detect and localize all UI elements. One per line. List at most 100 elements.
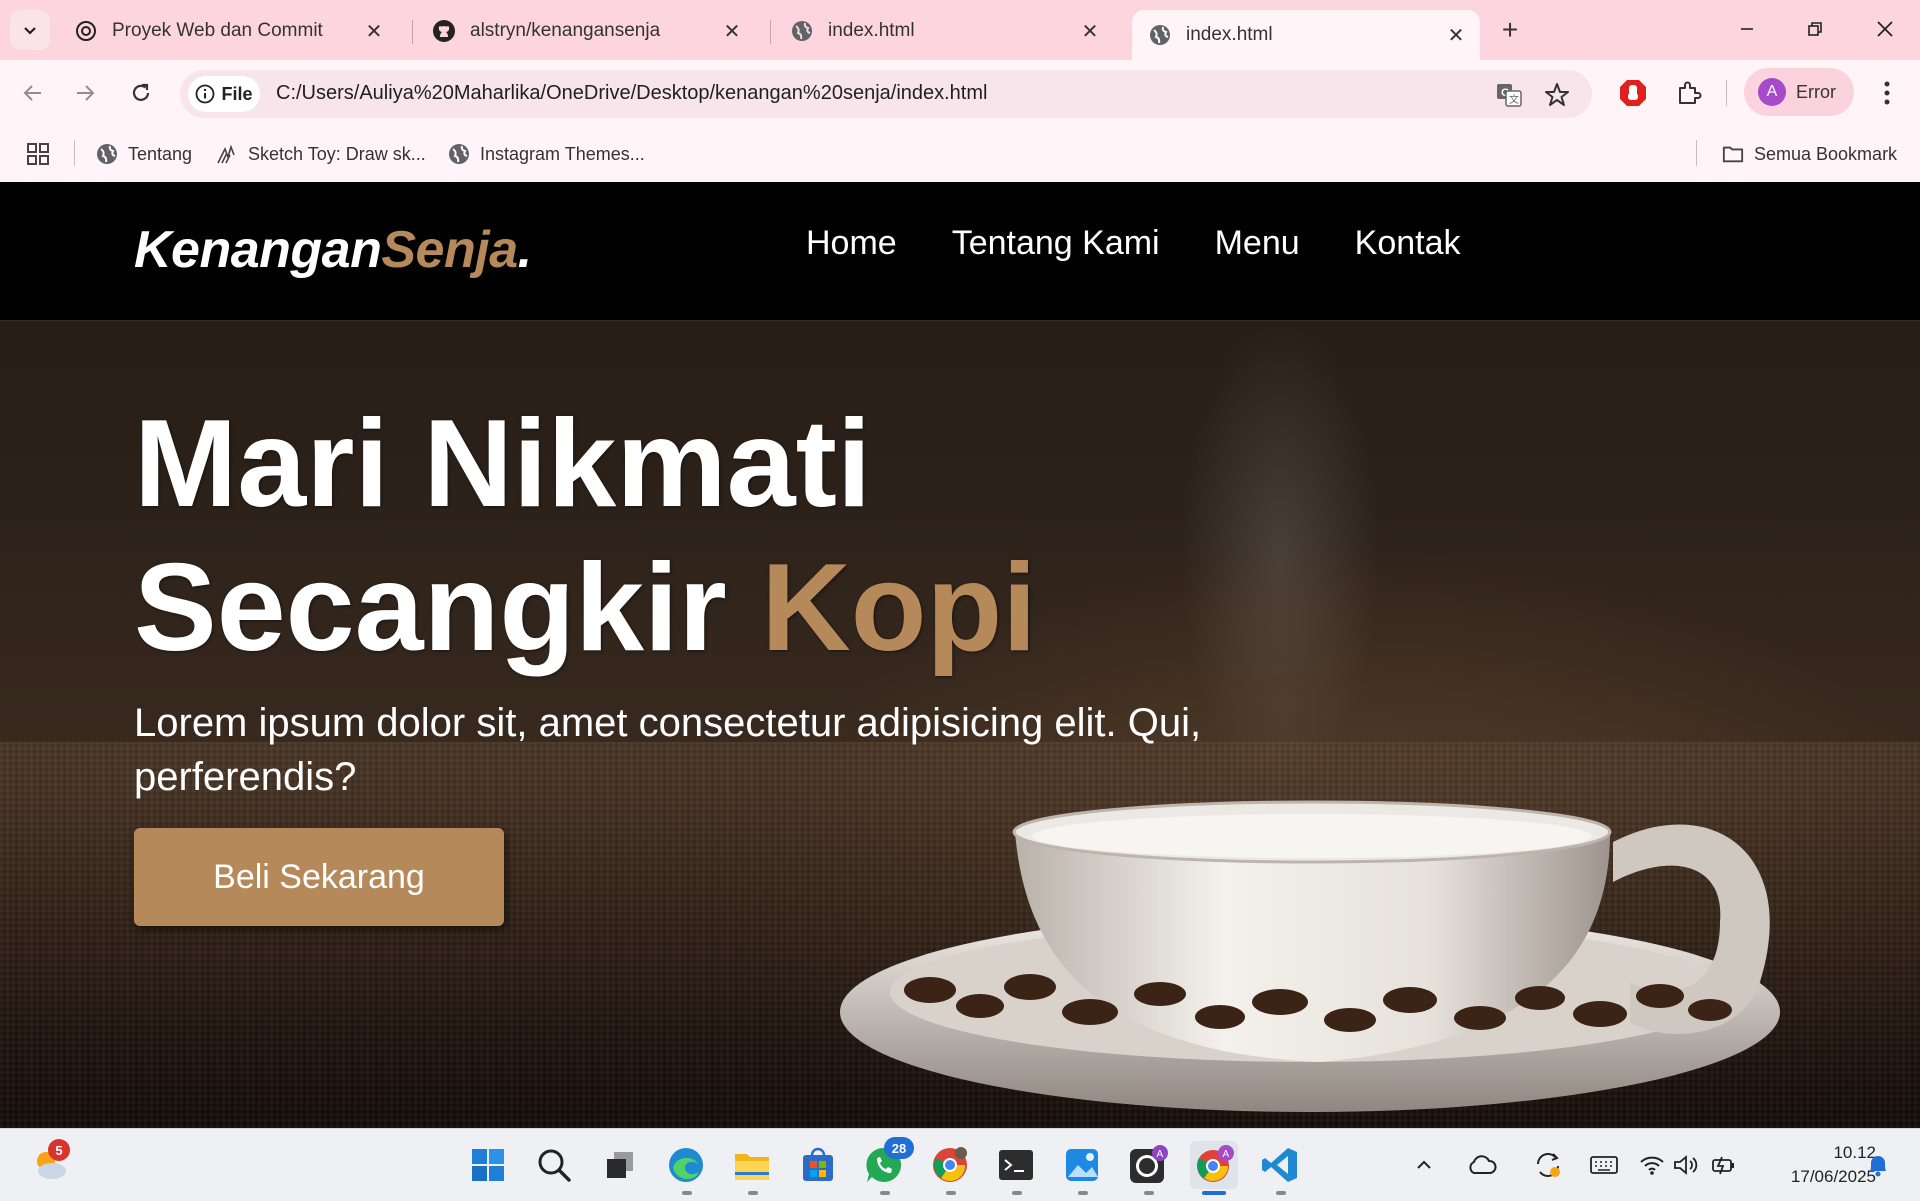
profile-button[interactable]: A Error: [1744, 68, 1854, 116]
nav-kontak[interactable]: Kontak: [1355, 224, 1461, 263]
all-bookmarks-button[interactable]: Semua Bookmark: [1722, 140, 1897, 168]
keyboard-icon[interactable]: [1586, 1147, 1622, 1183]
bookmark-sketch-toy[interactable]: Sketch Toy: Draw sk...: [216, 140, 426, 168]
running-indicator: [880, 1191, 890, 1195]
volume-icon[interactable]: [1668, 1147, 1704, 1183]
photos-icon: [1066, 1149, 1098, 1181]
adblock-extension-icon[interactable]: [1614, 74, 1652, 112]
globe-icon: [96, 143, 118, 165]
bookmark-separator: [74, 140, 75, 166]
photos-app[interactable]: [1058, 1141, 1106, 1189]
start-button[interactable]: [464, 1141, 512, 1189]
apps-button[interactable]: [26, 140, 50, 168]
close-tab-icon[interactable]: ✕: [1078, 19, 1102, 43]
chevron-up-icon: [1417, 1160, 1431, 1169]
task-view-button[interactable]: [596, 1141, 644, 1189]
onedrive-icon[interactable]: [1464, 1147, 1500, 1183]
github-desktop-app[interactable]: A: [1124, 1141, 1172, 1189]
reload-button[interactable]: [122, 74, 160, 112]
site-logo[interactable]: KenanganSenja.: [134, 220, 532, 280]
store-app[interactable]: [794, 1141, 842, 1189]
running-indicator: [1144, 1191, 1154, 1195]
bookmark-tentang[interactable]: Tentang: [96, 140, 192, 168]
minimize-button[interactable]: [1724, 8, 1770, 50]
forward-button[interactable]: [66, 74, 104, 112]
hero-title: Mari Nikmati Secangkir Kopi: [134, 392, 1037, 680]
site-info-button[interactable]: File: [188, 76, 260, 112]
chrome-app-2-active[interactable]: A: [1190, 1141, 1238, 1189]
store-icon: [803, 1147, 833, 1181]
tab-separator: [412, 20, 413, 44]
globe-icon: [790, 19, 814, 43]
nav-tentang-kami[interactable]: Tentang Kami: [952, 224, 1160, 263]
battery-icon[interactable]: [1706, 1147, 1742, 1183]
tab-title: alstryn/kenangansenja: [470, 20, 661, 41]
notification-bell-icon[interactable]: [1860, 1147, 1896, 1183]
hero-description: Lorem ipsum dolor sit, amet consectetur …: [134, 701, 1202, 799]
browser-toolbar: File C:/Users/Auliya%20Maharlika/OneDriv…: [0, 60, 1920, 126]
bookmark-label: Instagram Themes...: [480, 143, 645, 164]
chrome-icon: [933, 1147, 967, 1182]
tab-separator: [770, 20, 771, 44]
edge-app[interactable]: [662, 1141, 710, 1189]
wifi-icon[interactable]: [1634, 1147, 1670, 1183]
terminal-app[interactable]: [992, 1141, 1040, 1189]
address-bar[interactable]: File C:/Users/Auliya%20Maharlika/OneDriv…: [180, 70, 1592, 118]
tab-3[interactable]: index.html ✕: [774, 10, 1114, 52]
tab-title: index.html: [1186, 24, 1273, 45]
file-explorer-app[interactable]: [728, 1141, 776, 1189]
hero-title-line-2: Secangkir Kopi: [134, 536, 1037, 680]
browser-menu-button[interactable]: [1868, 74, 1906, 112]
restore-button[interactable]: [1792, 8, 1838, 50]
new-tab-button[interactable]: +: [1492, 12, 1528, 48]
tab-title: index.html: [828, 20, 915, 41]
system-clock[interactable]: 10.12 17/06/2025: [1752, 1141, 1876, 1189]
apps-grid-icon: [27, 143, 49, 165]
logo-main-text: Kenangan: [134, 221, 382, 279]
chrome-app-1[interactable]: [926, 1141, 974, 1189]
tab-search-button[interactable]: [10, 10, 50, 50]
close-tab-icon[interactable]: ✕: [720, 19, 744, 43]
translate-icon[interactable]: G文: [1494, 80, 1524, 110]
bookmark-instagram-themes[interactable]: Instagram Themes...: [448, 140, 645, 168]
back-button[interactable]: [14, 74, 52, 112]
folder-icon: [1722, 143, 1744, 165]
profile-status-label: Error: [1796, 81, 1836, 102]
url-text[interactable]: C:/Users/Auliya%20Maharlika/OneDrive/Des…: [276, 82, 987, 105]
buy-now-button[interactable]: Beli Sekarang: [134, 828, 504, 926]
arrow-left-icon: [23, 85, 41, 101]
svg-text:文: 文: [1509, 93, 1519, 106]
hero-title-accent: Kopi: [761, 539, 1037, 677]
active-indicator: [1202, 1191, 1226, 1195]
web-page: KenanganSenja. Home Tentang Kami Menu Ko…: [0, 182, 1920, 1128]
svg-text:A: A: [1223, 1149, 1230, 1160]
bookmark-star-icon[interactable]: [1542, 80, 1572, 110]
github-icon: [432, 19, 456, 43]
weather-widget[interactable]: 5: [26, 1139, 74, 1189]
tab-2[interactable]: alstryn/kenangansenja ✕: [416, 10, 756, 52]
running-indicator: [682, 1191, 692, 1195]
bookmark-label: Tentang: [128, 143, 193, 164]
show-hidden-icons-button[interactable]: [1406, 1147, 1442, 1183]
sync-icon[interactable]: [1530, 1147, 1566, 1183]
site-info-label: File: [221, 83, 253, 104]
vscode-app[interactable]: [1256, 1141, 1304, 1189]
close-tab-icon[interactable]: ✕: [1444, 23, 1468, 47]
site-navbar: KenanganSenja. Home Tentang Kami Menu Ko…: [0, 182, 1920, 321]
chevron-down-icon: [24, 27, 36, 35]
tab-1[interactable]: Proyek Web dan Commit ✕: [58, 10, 398, 52]
svg-text:A: A: [1157, 1149, 1164, 1160]
close-tab-icon[interactable]: ✕: [362, 19, 386, 43]
whatsapp-app[interactable]: 28: [860, 1137, 914, 1189]
close-window-button[interactable]: [1862, 8, 1908, 50]
tab-4-active[interactable]: index.html ✕: [1132, 10, 1480, 60]
extensions-puzzle-icon[interactable]: [1670, 74, 1708, 112]
nav-menu[interactable]: Menu: [1215, 224, 1300, 263]
bookmarks-bar: Tentang Sketch Toy: Draw sk... Instagram…: [0, 126, 1920, 183]
avatar: A: [1758, 78, 1786, 106]
nav-home[interactable]: Home: [806, 224, 897, 263]
search-button[interactable]: [530, 1141, 578, 1189]
globe-icon: [448, 143, 470, 165]
tab-strip: Proyek Web dan Commit ✕ alstryn/kenangan…: [0, 0, 1920, 60]
more-vertical-icon: [1884, 81, 1890, 105]
